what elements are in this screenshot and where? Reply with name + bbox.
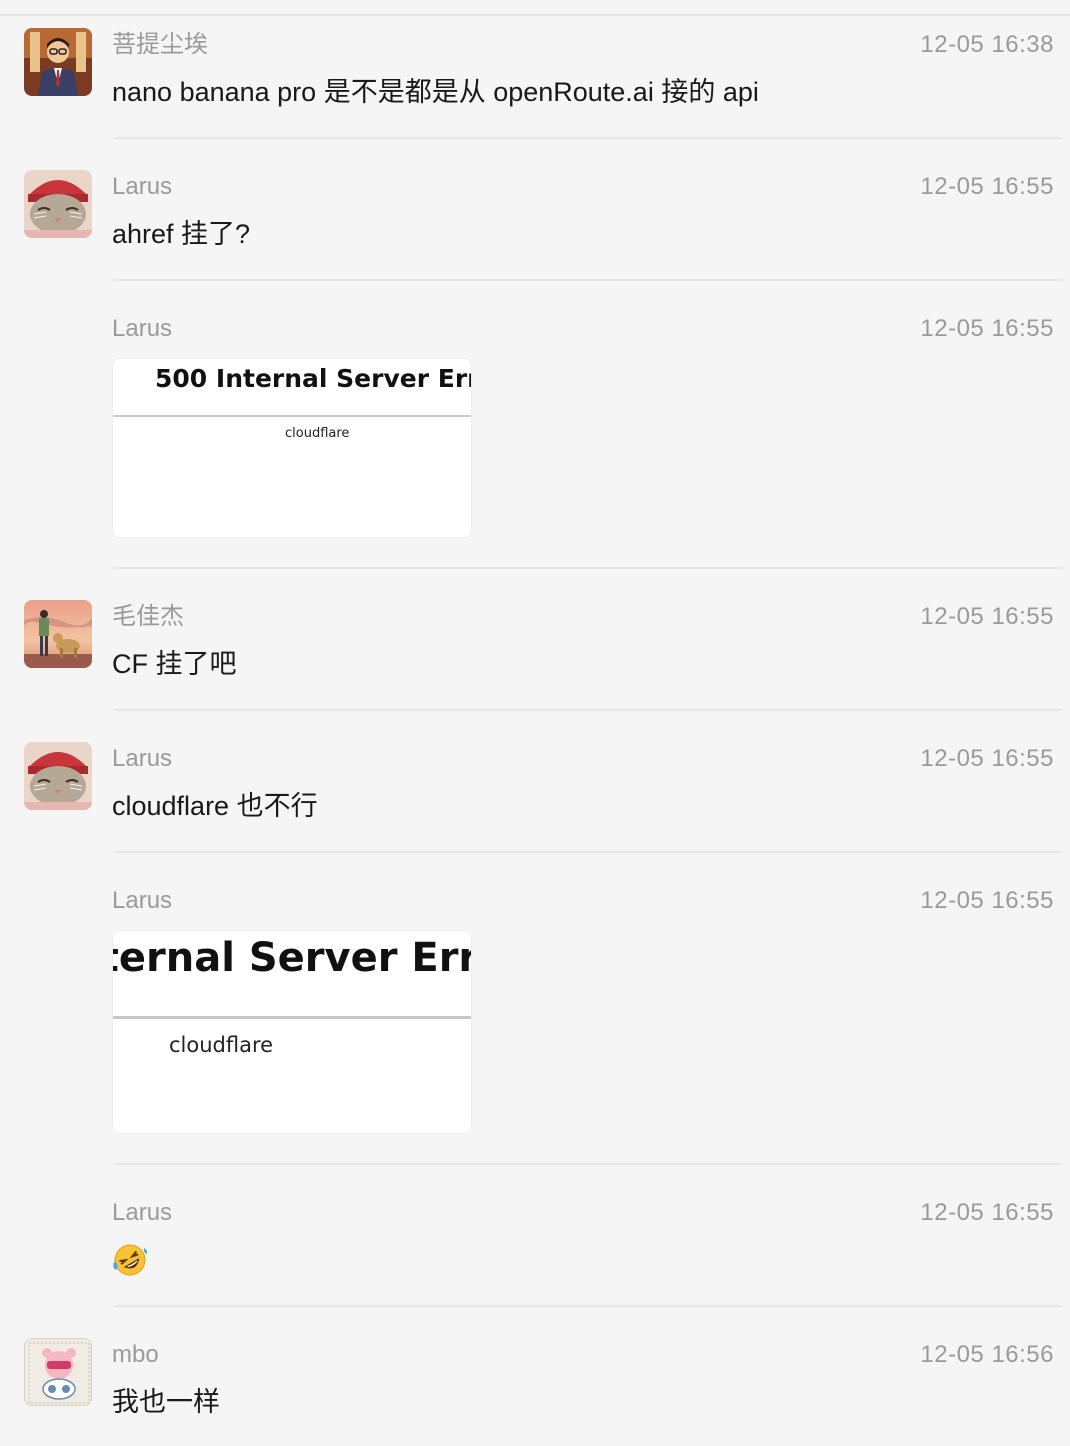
sender-name: 菩提尘埃 bbox=[112, 31, 208, 58]
message-timestamp: 12-05 16:56 bbox=[920, 1341, 1054, 1368]
image-error-footer: cloudflare bbox=[169, 1033, 274, 1057]
message-divider bbox=[114, 137, 1062, 139]
message-item: Larus 12-05 16:55 ahref 挂了? bbox=[0, 162, 1070, 282]
pink-cartoon-sticker-avatar[interactable] bbox=[24, 1338, 92, 1406]
sender-name: Larus bbox=[112, 745, 173, 772]
image-rule bbox=[113, 1016, 471, 1019]
message-text: 我也一样 bbox=[112, 1387, 220, 1417]
message-text: ahref 挂了? bbox=[112, 219, 251, 249]
message-divider bbox=[114, 709, 1062, 711]
cat-with-beanie-avatar[interactable] bbox=[24, 170, 92, 238]
image-rule bbox=[113, 415, 471, 417]
message-divider bbox=[114, 279, 1062, 281]
cat-with-beanie-avatar[interactable] bbox=[24, 742, 92, 810]
image-error-title: 500 Internal Server Error bbox=[155, 364, 471, 393]
image-error-footer: cloudflare bbox=[285, 426, 350, 441]
message-divider bbox=[114, 1305, 1062, 1307]
message-timestamp: 12-05 16:55 bbox=[920, 603, 1054, 630]
message-text: nano banana pro 是不是都是从 openRoute.ai 接的 a… bbox=[112, 77, 759, 107]
sender-name: 毛佳杰 bbox=[112, 603, 184, 630]
sender-name: mbo bbox=[112, 1341, 159, 1368]
message-timestamp: 12-05 16:55 bbox=[920, 887, 1054, 914]
image-error-title: 500 Internal Server Error bbox=[113, 935, 471, 981]
sender-name: Larus bbox=[112, 315, 173, 342]
message-timestamp: 12-05 16:38 bbox=[920, 31, 1054, 58]
man-in-suit-avatar[interactable] bbox=[24, 28, 92, 96]
sender-name: Larus bbox=[112, 173, 173, 200]
message-divider bbox=[114, 567, 1062, 569]
message-timestamp: 12-05 16:55 bbox=[920, 315, 1054, 342]
sender-name: Larus bbox=[112, 887, 173, 914]
message-item: 毛佳杰 12-05 16:55 CF 挂了吧 bbox=[0, 592, 1070, 712]
rolling-on-floor-laughing-emoji bbox=[113, 1244, 148, 1276]
error-screenshot-image[interactable]: 500 Internal Server Error cloudflare bbox=[112, 358, 472, 538]
message-timestamp: 12-05 16:55 bbox=[920, 745, 1054, 772]
boy-and-dog-sunset-avatar[interactable] bbox=[24, 600, 92, 668]
message-text: CF 挂了吧 bbox=[112, 649, 237, 679]
message-item: Larus 12-05 16:55 cloudflare 也不行 bbox=[0, 734, 1070, 854]
message-text: cloudflare 也不行 bbox=[112, 791, 318, 821]
message-timestamp: 12-05 16:55 bbox=[920, 1199, 1054, 1226]
message-item: Larus 12-05 16:55 500 Internal Server Er… bbox=[0, 304, 1070, 564]
message-divider bbox=[114, 851, 1062, 853]
message-item: Larus 12-05 16:55 bbox=[0, 1188, 1070, 1308]
top-divider bbox=[0, 14, 1070, 16]
message-item: Larus 12-05 16:55 500 Internal Server Er… bbox=[0, 876, 1070, 1162]
error-screenshot-image[interactable]: 500 Internal Server Error cloudflare bbox=[112, 930, 472, 1134]
message-divider bbox=[114, 1163, 1062, 1165]
message-item: 菩提尘埃 12-05 16:38 nano banana pro 是不是都是从 … bbox=[0, 20, 1070, 140]
message-item: mbo 12-05 16:56 我也一样 bbox=[0, 1330, 1070, 1446]
sender-name: Larus bbox=[112, 1199, 173, 1226]
chat-message-list: 菩提尘埃 12-05 16:38 nano banana pro 是不是都是从 … bbox=[0, 0, 1070, 1446]
message-timestamp: 12-05 16:55 bbox=[920, 173, 1054, 200]
